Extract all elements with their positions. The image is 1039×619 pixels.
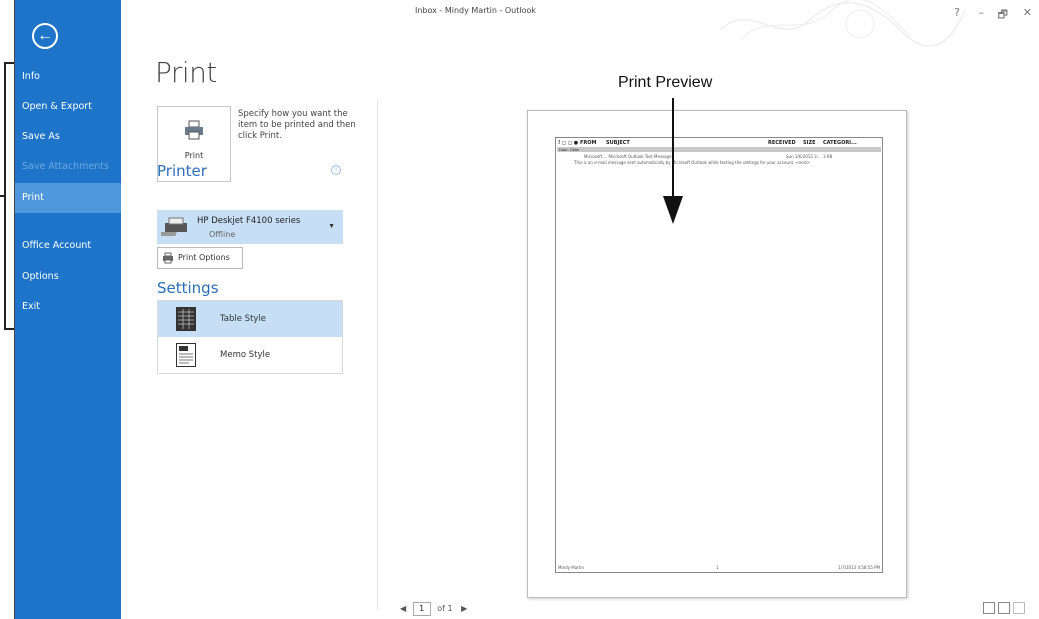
preview-page: ! ◻ ◻ ● FROM SUBJECT RECEIVED SIZE CATEG… (555, 137, 883, 573)
page-navigator: ◀ 1 of 1 ▶ (400, 602, 467, 616)
backstage-nav: ← Info Open & Export Save As Save Attach… (15, 0, 121, 619)
print-options-label: Print Options (178, 253, 230, 262)
help-icon[interactable]: ? (954, 6, 960, 19)
preview-group-row: Date: Older (557, 147, 881, 152)
print-preview-pane: ! ◻ ◻ ● FROM SUBJECT RECEIVED SIZE CATEG… (527, 110, 907, 598)
print-description: Specify how you want the item to be prin… (238, 109, 356, 141)
settings-style-list: Table Style Memo Style (157, 300, 343, 374)
style-table[interactable]: Table Style (158, 301, 342, 337)
outlook-window: ← Info Open & Export Save As Save Attach… (14, 0, 1039, 619)
style-memo-label: Memo Style (220, 350, 271, 360)
print-button-label: Print (184, 151, 204, 160)
chevron-down-icon: ▼ (328, 223, 335, 230)
nav-item-open-export[interactable]: Open & Export (15, 92, 121, 122)
printer-heading: Printer (157, 162, 207, 180)
preview-footer-right: 1/7/2013 4:58:55 PM (838, 565, 880, 570)
printer-device-icon (161, 217, 187, 236)
preview-row-1: Microsoft ... Microsoft Outlook Test Mes… (584, 154, 672, 159)
preview-footer-center: 1 (716, 565, 719, 570)
page-title: Print (155, 56, 217, 89)
printer-icon (185, 120, 203, 140)
multiple-pages-icon[interactable] (1013, 602, 1025, 614)
next-page-icon[interactable]: ▶ (461, 604, 467, 613)
nav-item-options[interactable]: Options (15, 262, 121, 292)
nav-item-save-attachments: Save Attachments (22, 161, 109, 172)
table-style-icon (176, 307, 196, 331)
nav-item-save-as[interactable]: Save As (15, 122, 121, 152)
print-options-icon (163, 252, 173, 264)
page-number-input[interactable]: 1 (412, 602, 431, 616)
annotation-arrow-head (663, 196, 683, 224)
back-arrow-icon[interactable]: ← (32, 23, 58, 49)
preview-footer-left: Mindy Martin (558, 565, 585, 570)
callout-bracket-tick (0, 195, 6, 197)
printer-name: HP Deskjet F4100 series (197, 216, 301, 226)
preview-col-categories: CATEGORI... (823, 140, 857, 146)
nav-item-print[interactable]: Print (15, 183, 121, 213)
preview-col-subject: SUBJECT (606, 140, 630, 146)
preview-col-from: FROM (580, 140, 597, 146)
memo-style-icon (176, 343, 196, 367)
annotation-arrow-line (672, 98, 674, 202)
print-options-button[interactable]: Print Options (157, 247, 243, 269)
settings-heading: Settings (157, 279, 219, 297)
style-table-label: Table Style (220, 314, 267, 324)
preview-col-received: RECEIVED (768, 140, 796, 146)
page-count: of 1 (437, 604, 453, 613)
preview-row-2: This is an e-mail message sent automatic… (574, 160, 810, 165)
info-icon[interactable]: i (331, 165, 341, 175)
nav-item-exit[interactable]: Exit (15, 292, 121, 322)
one-page-icon[interactable] (998, 602, 1010, 614)
printer-dropdown[interactable]: HP Deskjet F4100 series Offline ▼ (157, 210, 343, 244)
minimize-icon[interactable]: – (979, 6, 985, 19)
pane-divider (377, 100, 378, 610)
printer-status: Offline (209, 230, 236, 239)
preview-col-size: SIZE (803, 140, 816, 146)
nav-item-info[interactable]: Info (15, 62, 121, 92)
close-icon[interactable]: ✕ (1023, 6, 1032, 19)
title-bar: Inbox - Mindy Martin - Outlook ? – 🗗 ✕ (121, 0, 1039, 47)
restore-icon[interactable]: 🗗 (998, 6, 1008, 25)
previous-page-icon[interactable]: ◀ (400, 604, 406, 613)
preview-row-1-date: Sun 1/6/2013 3:... 3 KB (786, 154, 833, 159)
decorative-swirl (719, 0, 966, 47)
actual-size-icon[interactable] (983, 602, 995, 614)
print-preview-annotation: Print Preview (618, 74, 713, 91)
nav-item-office-account[interactable]: Office Account (15, 231, 121, 261)
style-memo[interactable]: Memo Style (158, 337, 342, 373)
preview-header-row: ! ◻ ◻ ● FROM SUBJECT RECEIVED SIZE CATEG… (558, 140, 857, 146)
